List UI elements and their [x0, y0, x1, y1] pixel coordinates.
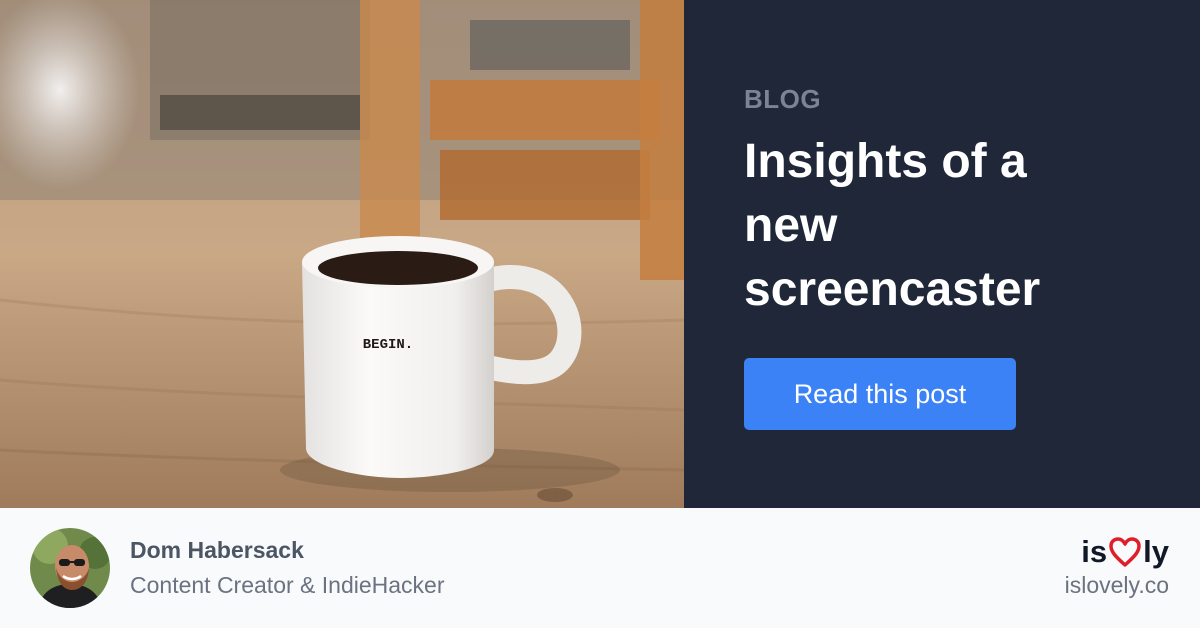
avatar [30, 528, 110, 608]
post-title-line: screencaster [744, 263, 1041, 316]
logo-text-suffix: ly [1143, 534, 1169, 569]
author-name: Dom Habersack [130, 537, 304, 563]
author-footer: Dom Habersack Content Creator & IndieHac… [0, 508, 1200, 628]
brand-logo[interactable]: is ly [1081, 534, 1169, 570]
post-title: Insights of a new screencaster [744, 130, 1124, 322]
author-photo [30, 528, 110, 608]
brand-domain-link[interactable]: islovely.co [1065, 572, 1169, 599]
post-title-line: Insights of a [744, 135, 1027, 188]
content-panel: BLOG Insights of a new screencaster Read… [684, 0, 1200, 508]
author-role: Content Creator & IndieHacker [130, 572, 445, 598]
mug-text: BEGIN. [363, 337, 413, 353]
read-post-button[interactable]: Read this post [744, 358, 1016, 430]
post-title-line: new [744, 199, 838, 252]
coffee-mug-illustration: BEGIN. [0, 0, 684, 508]
hero-photo: BEGIN. [0, 0, 684, 508]
category-label: BLOG [744, 84, 822, 114]
heart-icon [1109, 537, 1141, 567]
logo-text-prefix: is [1081, 534, 1108, 569]
social-card: BEGIN. BLOG Insights of a new screencast… [0, 0, 1200, 628]
